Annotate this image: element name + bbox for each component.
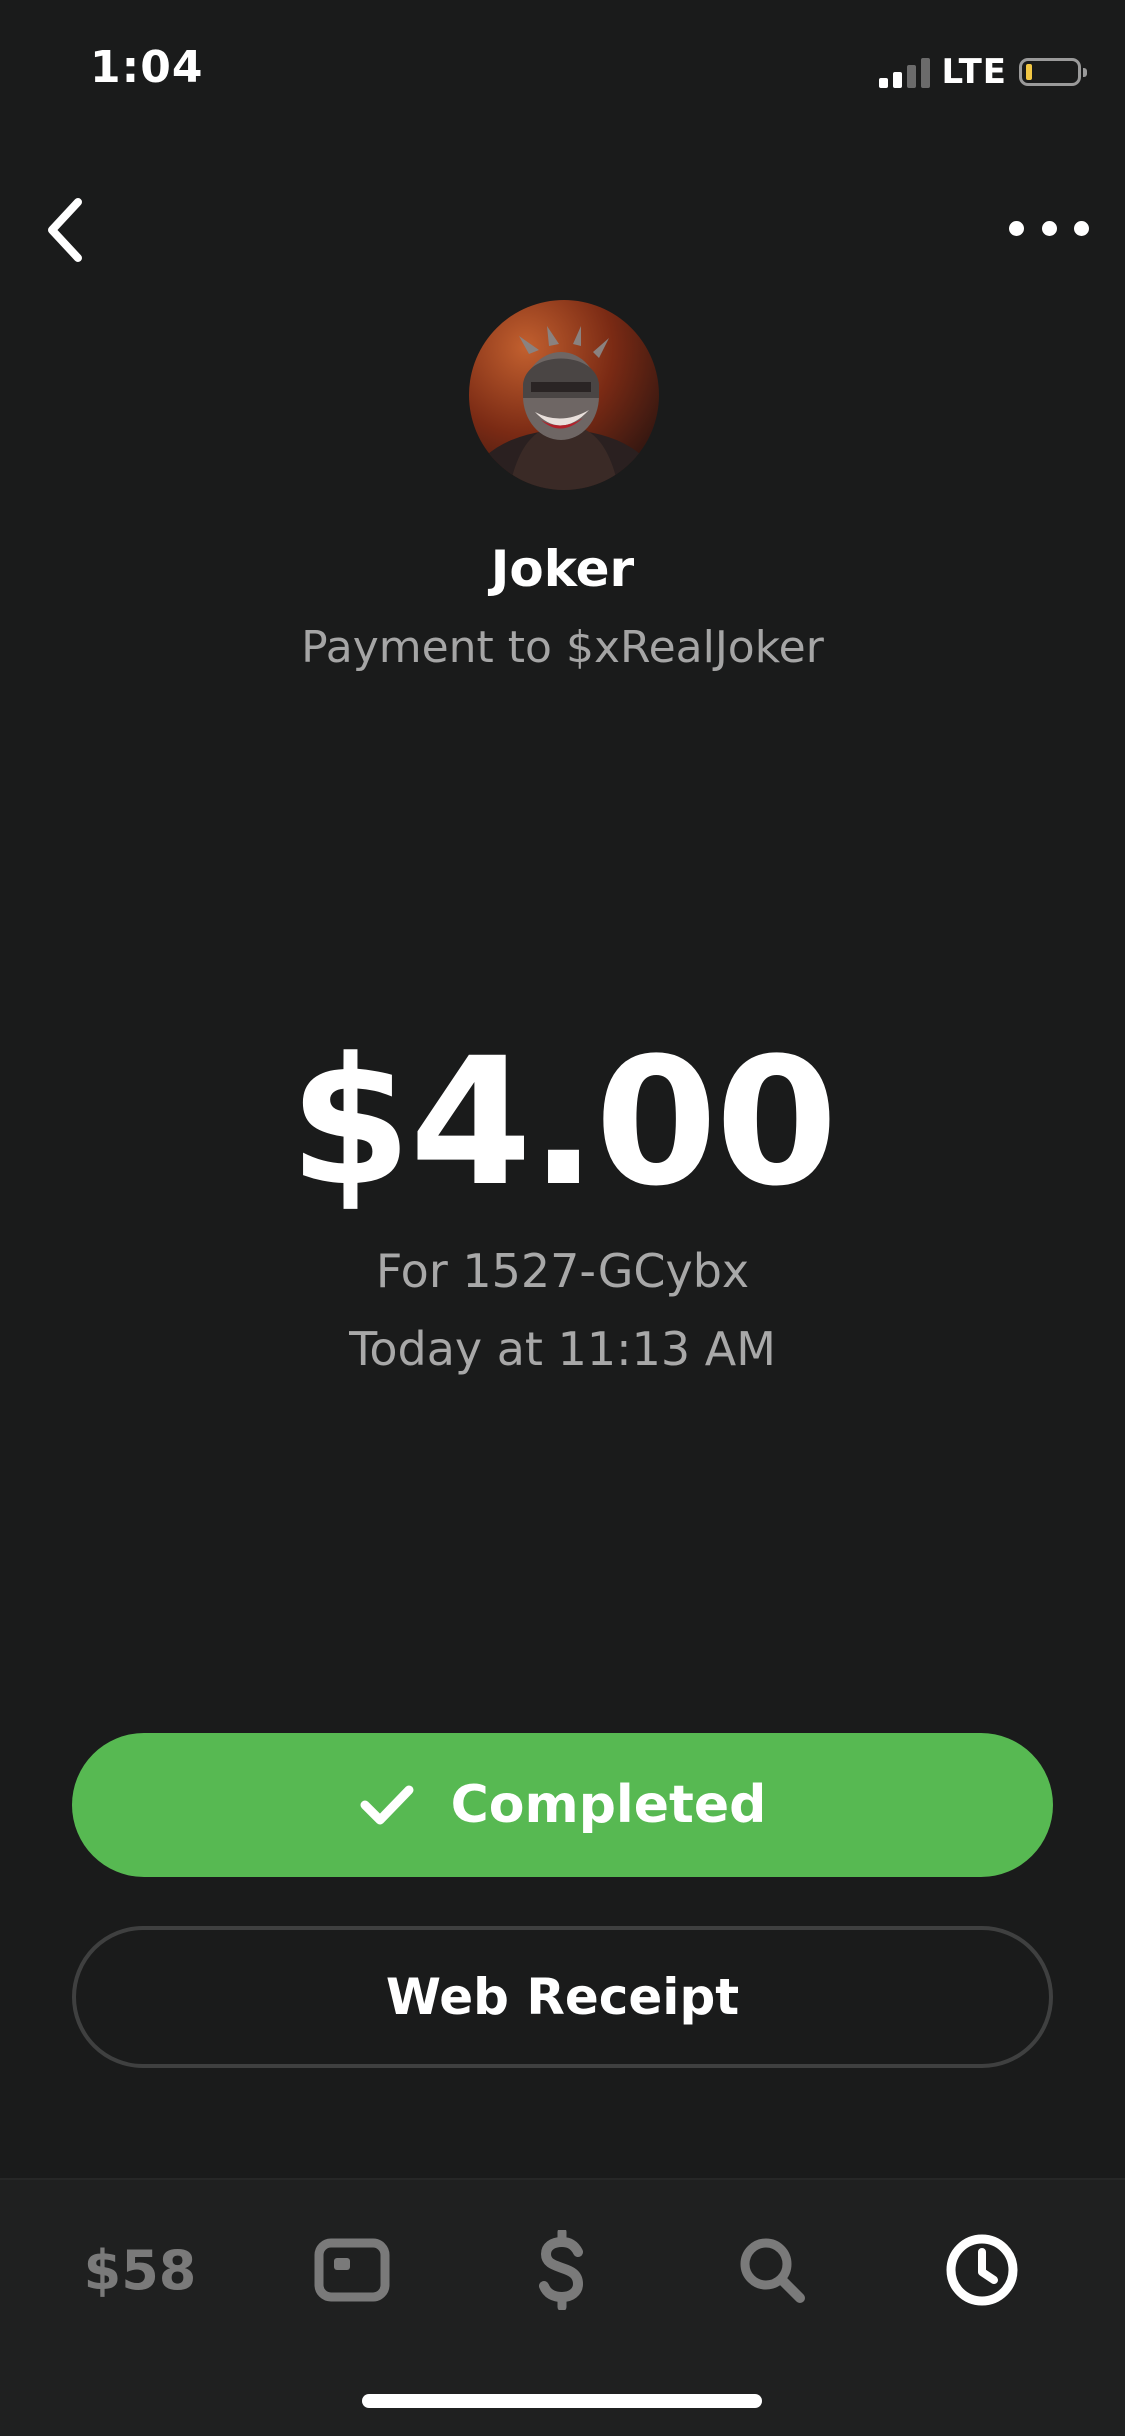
clock-icon xyxy=(946,2234,1018,2306)
tab-balance[interactable]: $58 xyxy=(80,2220,200,2320)
signal-icon xyxy=(878,56,930,88)
tab-card[interactable] xyxy=(292,2220,412,2320)
tab-pay[interactable] xyxy=(502,2220,622,2320)
status-indicators: LTE xyxy=(878,52,1087,92)
more-horizontal-icon xyxy=(1009,220,1024,236)
web-receipt-label: Web Receipt xyxy=(385,1968,740,2026)
web-receipt-button[interactable]: Web Receipt xyxy=(72,1926,1053,2068)
network-label: LTE xyxy=(941,52,1007,92)
battery-icon xyxy=(1019,58,1087,86)
payment-date: Today at 11:13 AM xyxy=(349,1322,776,1376)
avatar-image xyxy=(469,326,659,490)
payment-amount: $4.00 xyxy=(289,1020,838,1225)
back-button[interactable] xyxy=(40,192,100,268)
completed-label: Completed xyxy=(450,1775,767,1835)
payment-detail-screen: 1:04 LTE Joker Payment to $xRealJoker $4… xyxy=(0,0,1125,2436)
dollar-icon xyxy=(539,2230,584,2310)
card-icon xyxy=(314,2238,390,2302)
tab-search[interactable] xyxy=(712,2220,832,2320)
search-icon xyxy=(740,2238,805,2303)
balance-label: $58 xyxy=(83,2238,197,2302)
checkmark-icon xyxy=(360,1785,414,1825)
status-time: 1:04 xyxy=(90,42,204,93)
recipient-name: Joker xyxy=(490,540,635,598)
home-indicator[interactable] xyxy=(362,2394,762,2408)
chevron-left-icon xyxy=(48,198,82,262)
payment-subtitle: Payment to $xRealJoker xyxy=(301,622,824,673)
payment-note: For 1527-GCybx xyxy=(375,1244,750,1298)
more-options-button[interactable] xyxy=(1009,206,1089,250)
completed-status-button[interactable]: Completed xyxy=(72,1733,1053,1877)
avatar[interactable] xyxy=(469,300,659,490)
tab-activity[interactable] xyxy=(922,2220,1042,2320)
